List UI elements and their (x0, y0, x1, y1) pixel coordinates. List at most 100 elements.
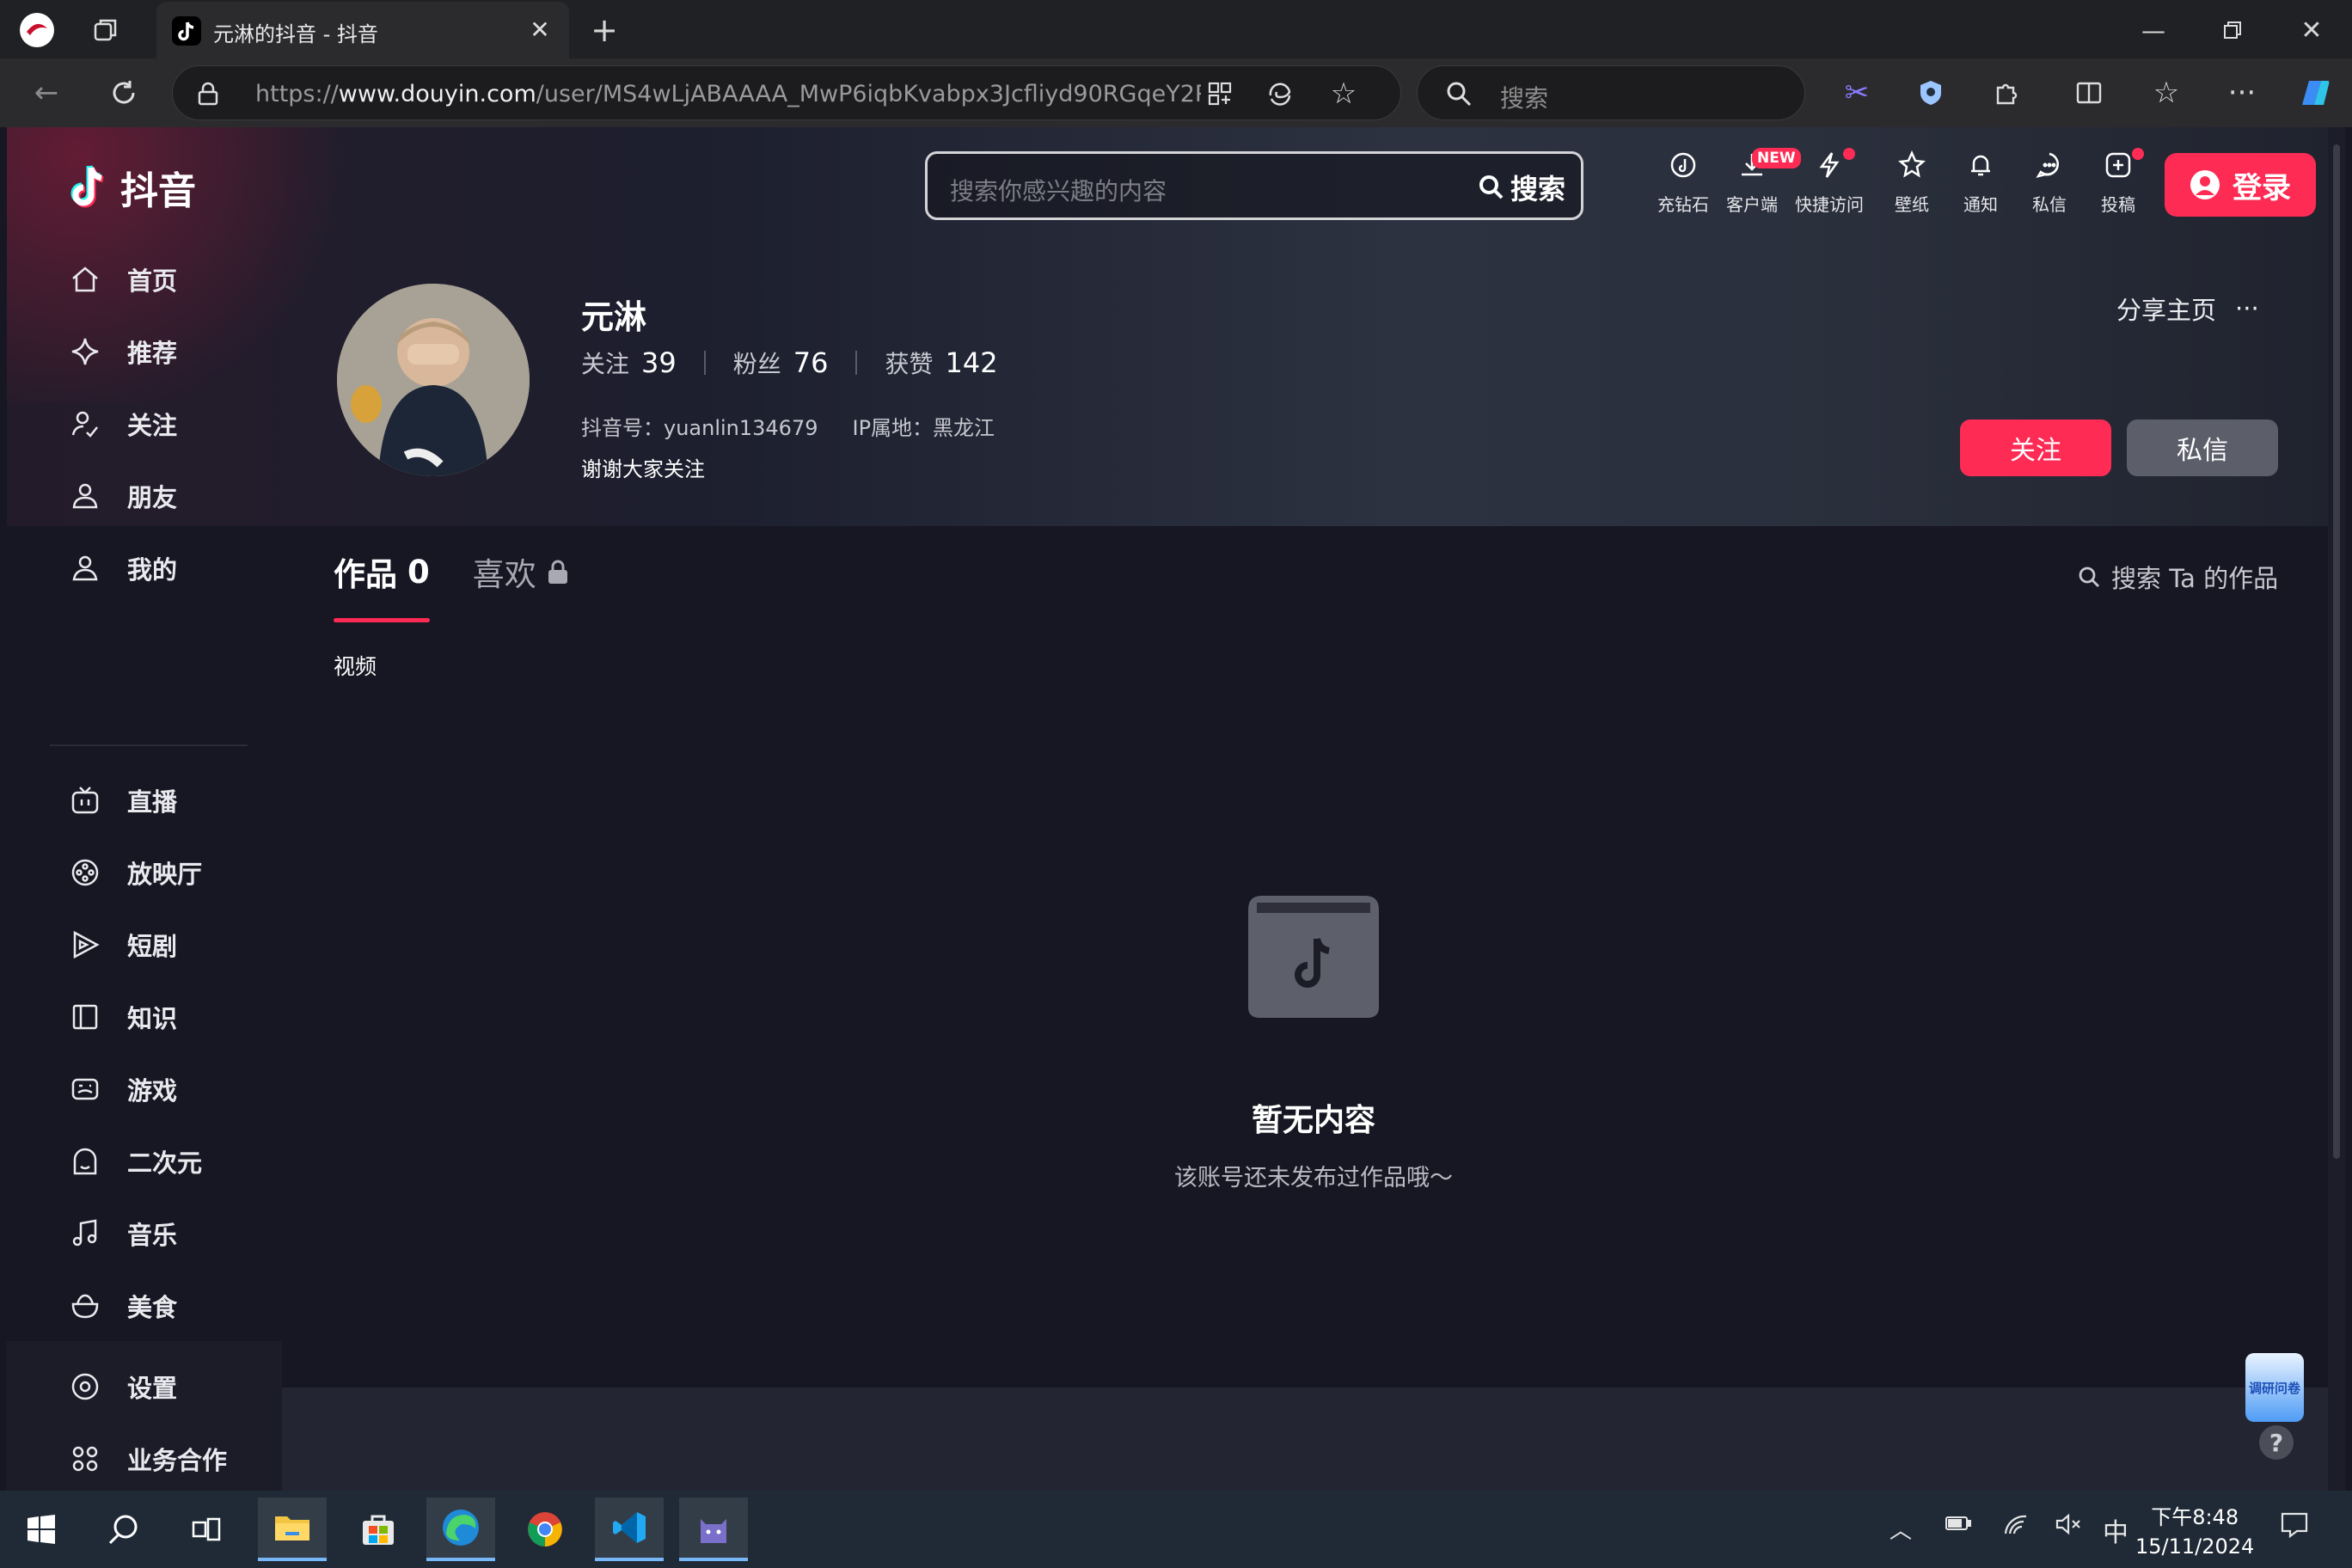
filter-video[interactable]: 视频 (334, 650, 377, 681)
profile-tabs: 作品 0 喜欢 (334, 548, 569, 622)
sidebar-item-label: 推荐 (127, 339, 178, 368)
scissors-icon[interactable]: ✂ (1834, 70, 1879, 115)
volume-muted-icon[interactable] (2055, 1513, 2082, 1541)
likes-count: 142 (945, 346, 998, 379)
favorite-star-icon[interactable]: ☆ (1325, 75, 1363, 113)
tray-chevron-icon[interactable]: ︿ (1890, 1513, 1912, 1545)
tab-close-icon[interactable]: ✕ (523, 12, 557, 46)
tab-likes[interactable]: 喜欢 (473, 548, 569, 595)
scrollbar-thumb[interactable] (2333, 144, 2340, 1159)
following-stat[interactable]: 关注 39 (581, 346, 677, 380)
copilot-icon[interactable] (2290, 70, 2338, 115)
header-wallpaper[interactable]: 壁纸 (1877, 148, 1946, 225)
sidebar-item-label: 关注 (127, 411, 178, 440)
sidebar-item-live[interactable]: 直播 (67, 779, 177, 822)
sidebar-item-label: 朋友 (127, 483, 178, 512)
sidebar-item-food[interactable]: 美食 (67, 1284, 177, 1327)
new-tab-icon[interactable]: + (585, 10, 624, 50)
sidebar-item-knowledge[interactable]: 知识 (67, 995, 177, 1038)
url-text[interactable]: https://www.douyin.com/user/MS4wLjABAAAA… (255, 81, 1201, 107)
workspaces-icon[interactable] (86, 10, 126, 50)
header-icon-label: 充钻石 (1657, 194, 1709, 215)
lock-icon (548, 560, 567, 584)
share-profile-button[interactable]: 分享主页 (2116, 291, 2216, 327)
page-scrollbar[interactable] (2328, 127, 2345, 1491)
sidebar-item-music[interactable]: 音乐 (67, 1212, 177, 1255)
sidebar-item-mine[interactable]: 我的 (67, 547, 177, 590)
extensions-puzzle-icon[interactable] (1984, 70, 2029, 115)
message-button[interactable]: 私信 (2127, 420, 2278, 476)
gamepad-icon (67, 1071, 103, 1107)
ip-location: IP属地：黑龙江 (852, 416, 995, 440)
close-window-icon[interactable]: ✕ (2290, 10, 2333, 50)
search-works-label: 搜索 Ta 的作品 (2111, 564, 2279, 593)
help-icon[interactable]: ? (2259, 1425, 2294, 1460)
ime-indicator[interactable]: 中 (2103, 1511, 2128, 1549)
chrome-icon[interactable] (511, 1498, 579, 1561)
login-button[interactable]: 登录 (2165, 153, 2316, 217)
header-messages[interactable]: 私信 (2015, 148, 2084, 225)
sidebar-item-following[interactable]: 关注 (67, 402, 177, 445)
followers-stat[interactable]: 粉丝 76 (733, 346, 829, 380)
edge-sync-icon[interactable] (1261, 75, 1299, 113)
favorites-icon[interactable]: ☆ (2144, 70, 2189, 115)
sidebar-item-label: 音乐 (127, 1221, 178, 1250)
battery-icon[interactable] (1945, 1513, 1972, 1539)
site-search-bar[interactable]: 搜索你感兴趣的内容 搜索 (925, 151, 1583, 220)
header-upload[interactable]: 投稿 (2084, 148, 2153, 225)
header-notifications[interactable]: 通知 (1946, 148, 2015, 225)
film-icon (67, 854, 103, 891)
browser-tab-active[interactable]: 元淋的抖音 - 抖音 ✕ (156, 2, 569, 58)
back-icon[interactable]: ← (24, 70, 69, 115)
follow-button[interactable]: 关注 (1960, 420, 2111, 476)
douyin-logo[interactable]: 抖音 (65, 160, 196, 215)
restore-icon[interactable] (2211, 10, 2254, 50)
sidebar-item-home[interactable]: 首页 (67, 258, 177, 301)
sidebar-item-friends[interactable]: 朋友 (67, 475, 177, 518)
sidebar-item-short-drama[interactable]: 短剧 (67, 923, 177, 966)
profile-icon[interactable] (14, 7, 60, 53)
survey-widget[interactable]: 调研问卷 (2245, 1353, 2304, 1422)
split-screen-icon[interactable] (2067, 70, 2111, 115)
shield-extension-icon[interactable] (1908, 70, 1953, 115)
header-quick-access[interactable]: 快捷访问 (1795, 148, 1864, 225)
tab-likes-label: 喜欢 (472, 556, 536, 593)
search-icon[interactable] (89, 1498, 158, 1561)
avatar[interactable] (337, 284, 530, 476)
edge-browser-icon[interactable] (426, 1498, 495, 1561)
app-available-icon[interactable] (1201, 75, 1239, 113)
lock-icon[interactable] (197, 82, 219, 106)
sidebar-item-games[interactable]: 游戏 (67, 1068, 177, 1111)
tab-works[interactable]: 作品 0 (334, 548, 430, 622)
notification-center-icon[interactable] (2280, 1511, 2309, 1545)
more-options-icon[interactable]: ··· (2235, 294, 2259, 323)
likes-label: 获赞 (885, 350, 934, 378)
browser-search-box[interactable]: 搜索 (1417, 65, 1805, 120)
start-windows-icon[interactable] (7, 1498, 76, 1561)
address-bar[interactable]: https://www.douyin.com/user/MS4wLjABAAAA… (172, 65, 1401, 120)
footer (282, 1387, 2328, 1491)
search-works-button[interactable]: 搜索 Ta 的作品 (2077, 559, 2278, 595)
site-search-input[interactable]: 搜索你感兴趣的内容 (950, 173, 1167, 207)
wifi-icon[interactable] (2003, 1513, 2029, 1541)
header-client[interactable]: NEW 客户端 (1718, 148, 1801, 225)
profile-name: 元淋 (581, 298, 647, 336)
cat-app-icon[interactable] (679, 1498, 748, 1561)
more-menu-icon[interactable]: ··· (2220, 70, 2264, 115)
site-search-button[interactable]: 搜索 (1478, 168, 1565, 207)
system-clock[interactable]: 下午8:48 15/11/2024 (2135, 1503, 2254, 1561)
sidebar-item-cinema[interactable]: 放映厅 (67, 851, 202, 894)
file-explorer-icon[interactable] (258, 1498, 327, 1561)
microsoft-store-icon[interactable] (344, 1498, 413, 1561)
sidebar-item-anime[interactable]: 二次元 (67, 1140, 202, 1183)
stat-divider (703, 351, 706, 375)
vscode-icon[interactable] (595, 1498, 664, 1561)
sidebar-item-recommend[interactable]: 推荐 (67, 330, 177, 373)
header-diamond[interactable]: 充钻石 (1649, 148, 1718, 225)
task-view-icon[interactable] (172, 1498, 241, 1561)
food-icon (67, 1288, 103, 1324)
refresh-icon[interactable] (101, 70, 146, 115)
douyin-favicon-icon (172, 16, 201, 46)
minimize-icon[interactable]: — (2132, 10, 2175, 50)
user-icon (67, 550, 103, 586)
